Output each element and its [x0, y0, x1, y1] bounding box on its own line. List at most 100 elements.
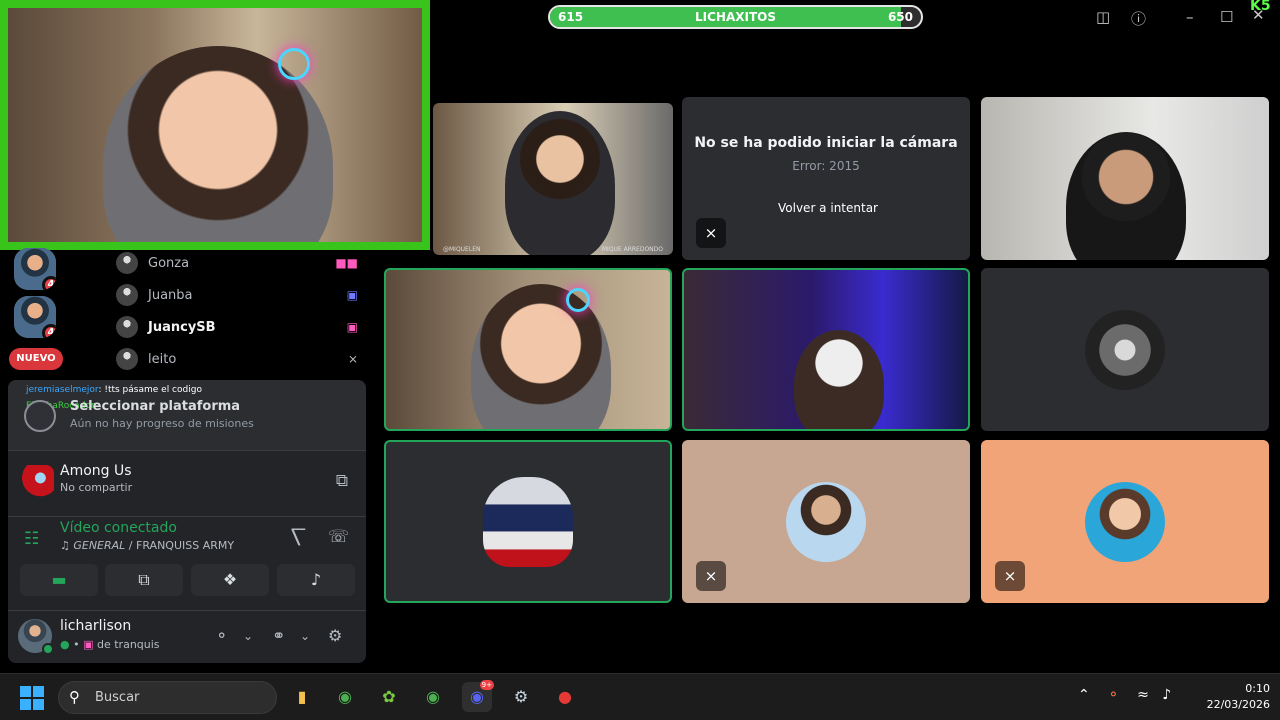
video-tile-avatar-cartoon[interactable]: ⨯ [981, 440, 1269, 603]
chat-user: jeremiaselmejor [26, 385, 99, 395]
share-screen-icon[interactable]: ⧉ [336, 471, 348, 491]
channel-separator: / [125, 539, 137, 552]
among-us-icon [20, 465, 54, 499]
video-tile-juancysb[interactable] [682, 268, 970, 431]
member-name: JuancySB [148, 319, 216, 335]
member-avatar [116, 284, 138, 306]
goal-target: 650 [887, 10, 913, 24]
microphone-in-use-icon[interactable]: ⚬ [1108, 687, 1120, 703]
signal-icon[interactable]: ☷ [24, 529, 48, 553]
retry-button[interactable]: Volver a intentar [766, 193, 890, 223]
member-name: Juanba [148, 287, 193, 303]
wifi-icon[interactable]: ≈ [1137, 687, 1149, 703]
new-badge: NUEVO [9, 348, 63, 370]
system-tray: ⌃ ⚬ ≈ ♪ [1078, 687, 1171, 703]
discord-notification-badge: 9+ [479, 680, 494, 690]
inbox-icon[interactable]: ◫ [1096, 8, 1110, 26]
clock-date: 22/03/2026 [1206, 698, 1270, 711]
controller-icon: ▣ [83, 638, 94, 651]
channel-speaker-icon: ♫ [60, 539, 74, 552]
server-icon-1[interactable]: 4 [14, 248, 56, 290]
member-name: Gonza [148, 255, 190, 271]
stream-goal-bar: 615 LICHAXITOS 650 [548, 5, 923, 29]
chat-overlay-line: jeremiaselmejor: !tts pásame el codigo [26, 385, 202, 395]
maximize-button[interactable]: ☐ [1220, 8, 1233, 26]
username[interactable]: licharlison [60, 618, 131, 634]
among-us-taskbar-icon[interactable]: ● [550, 682, 580, 712]
voice-member-leito[interactable]: leito ⨯ [116, 345, 366, 373]
activities-button[interactable]: ❖ [191, 564, 269, 596]
clock-time: 0:10 [1245, 682, 1270, 695]
stream-icon: ▣ [346, 288, 358, 302]
participant-avatar [1085, 481, 1165, 562]
channel-name: GENERAL [73, 539, 126, 552]
chat-message: : !tts pásame el codigo [98, 385, 202, 395]
chevron-down-icon[interactable]: ⌄ [300, 629, 310, 643]
tile-overlay-right: MIQUE ARREDONDO [601, 246, 663, 253]
video-tile-avatar-messi[interactable]: ⨯ [682, 440, 970, 603]
voice-channel[interactable]: ♫ GENERAL / FRANQUISS ARMY [60, 539, 234, 552]
video-tile-avatar-1[interactable] [981, 268, 1269, 431]
quest-title: Seleccionar plataforma [70, 399, 241, 414]
video-tile-miquelen[interactable]: @MIQUELEN MIQUE ARREDONDO [433, 103, 673, 255]
video-tile-licharlison[interactable] [384, 268, 672, 431]
settings-gear-icon[interactable]: ⚙ [328, 626, 342, 645]
voice-status[interactable]: Vídeo conectado [60, 520, 177, 536]
muted-mic-icon: ⨯ [347, 352, 358, 366]
taskbar-clock[interactable]: 0:10 22/03/2026 [1190, 681, 1270, 713]
chevron-down-icon[interactable]: ⌄ [243, 629, 253, 643]
member-avatar [116, 316, 138, 338]
user-panel: jeremiaselmejor: !tts pásame el codigo E… [8, 380, 366, 663]
participant-video [1066, 132, 1186, 260]
disconnect-icon[interactable]: ☏ [328, 527, 349, 547]
activity-row: Among Us No compartir ⧉ [8, 450, 366, 516]
voice-member-juancysb[interactable]: JuancySB ▣ [116, 313, 366, 341]
voice-member-gonza[interactable]: Gonza ■■ [116, 249, 366, 277]
voice-connection: ☷ Vídeo conectado ♫ GENERAL / FRANQUISS … [8, 516, 366, 610]
server-icon-2[interactable]: 4 [14, 296, 56, 338]
camera-error-title: No se ha podido iniciar la cámara [694, 135, 958, 151]
video-tile-nascar[interactable] [384, 440, 672, 603]
member-avatar [116, 252, 138, 274]
streamer-webcam-overlay [0, 0, 430, 250]
app-icon[interactable]: ✿ [374, 682, 404, 712]
file-explorer-icon[interactable]: ▮ [287, 682, 317, 712]
participant-avatar [1085, 309, 1165, 390]
windows-start-icon[interactable] [20, 686, 44, 710]
headphones-icon[interactable]: ⚭ [272, 626, 285, 645]
windows-taskbar: ⚲ Buscar ▮ ◉ ✿ ◉ ◉ 9+ ⚙ ● ⌃ ⚬ ≈ ♪ 0:10 22… [0, 673, 1280, 720]
notification-badge: 4 [42, 276, 56, 290]
muted-mic-icon: ⨯ [696, 218, 726, 248]
soundboard-button[interactable]: ♪ [277, 564, 355, 596]
taskbar-search[interactable]: ⚲ Buscar [58, 681, 277, 714]
camera-and-stream-icon: ■■ [335, 256, 358, 270]
member-name: leito [148, 351, 177, 367]
tray-chevron-up-icon[interactable]: ⌃ [1078, 687, 1090, 703]
tile-overlay-left: @MIQUELEN [443, 246, 481, 253]
noise-suppression-icon[interactable]: ⎲ [291, 527, 306, 547]
video-tile-participant-glasses[interactable] [981, 97, 1269, 260]
member-avatar [116, 348, 138, 370]
chrome-profile-icon[interactable]: ◉ [418, 682, 448, 712]
voice-member-juanba[interactable]: Juanba ▣ [116, 281, 366, 309]
chrome-icon[interactable]: ◉ [330, 682, 360, 712]
video-tile-camera-error[interactable]: No se ha podido iniciar la cámara Error:… [682, 97, 970, 260]
participant-video [505, 111, 615, 255]
steam-icon[interactable]: ⚙ [506, 682, 536, 712]
microphone-icon[interactable]: ⚬ [215, 626, 228, 645]
participant-video [471, 284, 611, 429]
k5-badge: K5 [1250, 0, 1271, 14]
quest-subtitle: Aún no hay progreso de misiones [70, 417, 254, 430]
participant-avatar [786, 481, 866, 562]
share-screen-button[interactable]: ⧉ [105, 564, 183, 596]
minimize-button[interactable]: – [1186, 8, 1194, 26]
neon-mic-icon [278, 48, 310, 80]
camera-button[interactable]: ▬ [20, 564, 98, 596]
discord-icon[interactable]: ◉ 9+ [462, 680, 494, 712]
notification-badge: 4 [42, 324, 56, 338]
quest-icon [24, 400, 56, 432]
muted-mic-icon: ⨯ [995, 561, 1025, 591]
volume-icon[interactable]: ♪ [1162, 687, 1171, 703]
quest-card[interactable]: jeremiaselmejor: !tts pásame el codigo E… [8, 380, 366, 450]
help-icon[interactable]: ⓘ [1131, 8, 1146, 29]
